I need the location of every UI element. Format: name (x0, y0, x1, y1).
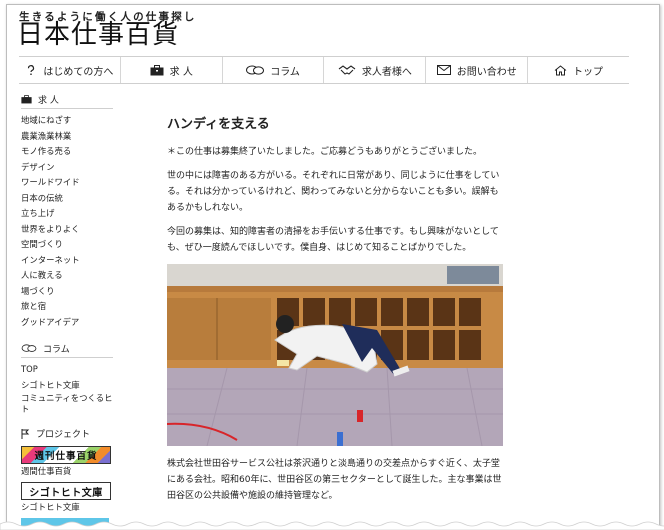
sidebar-item-startup[interactable]: 立ち上げ (21, 206, 113, 222)
sidebar-item-shigotohito-bunko[interactable]: シゴトヒト文庫 (21, 378, 113, 394)
nav-recruiters-label: 求人者様へ (361, 66, 412, 78)
torn-edge (0, 521, 664, 530)
sidebar-item-space[interactable]: 空間づくり (21, 237, 113, 253)
article-photo (167, 264, 503, 446)
home-icon (554, 64, 567, 75)
sidebar-item-place[interactable]: 場づくり (21, 284, 113, 300)
sidebar-item-worldwide[interactable]: ワールドワイド (21, 175, 113, 191)
page: 生きるように働く人の仕事探し 日本仕事百貨 はじめての方へ 求 人 コラム 求人… (6, 4, 660, 528)
cleaning-scene-image (167, 264, 503, 446)
sidebar-projects: プロジェクト 週刊仕事百貨 週間仕事百貨 シゴトヒト文庫 シゴトヒト文庫 (21, 427, 113, 527)
global-nav: はじめての方へ 求 人 コラム 求人者様へ お問い合わせ トップ (19, 56, 629, 84)
sidebar-columns: コラム TOP シゴトヒト文庫 コミュニティをつくるヒト (21, 342, 113, 415)
article: ハンディを支える ＊この仕事は募集終了いたしました。ご応募どうもありがとうござい… (167, 113, 507, 512)
sidebar-item-good-idea[interactable]: グッドアイデア (21, 315, 113, 331)
sidebar-columns-heading: コラム (21, 342, 113, 358)
briefcase-icon (21, 95, 32, 104)
nav-beginners-label: はじめての方へ (43, 66, 114, 78)
speech-bubble-icon (21, 344, 37, 352)
article-paragraph: 株式会社世田谷サービス公社は茶沢通りと淡島通りの交差点からすぐ近く、太子堂にある… (167, 459, 502, 501)
sidebar-jobs: 求 人 地域にねざす 農業漁業林業 モノ作る売る デザイン ワールドワイド 日本… (21, 93, 113, 330)
sidebar-item-internet[interactable]: インターネット (21, 253, 113, 269)
shigotohito-bunko-banner[interactable]: シゴトヒト文庫 (21, 482, 111, 500)
sidebar-jobs-heading: 求 人 (21, 93, 113, 109)
sidebar-item-column-top[interactable]: TOP (21, 362, 113, 378)
sidebar-item-teaching[interactable]: 人に教える (21, 268, 113, 284)
nav-top[interactable]: トップ (528, 57, 629, 83)
nav-jobs[interactable]: 求 人 (121, 57, 223, 83)
question-icon (28, 65, 35, 75)
weekly-shigoto-banner[interactable]: 週刊仕事百貨 (21, 446, 111, 464)
sidebar-item-make-sell[interactable]: モノ作る売る (21, 144, 113, 160)
article-paragraph: 世の中には障害のある方がいる。それぞれに日常があり、同じように仕事をしている。そ… (167, 171, 500, 213)
envelope-icon (436, 65, 451, 75)
speech-bubble-icon (246, 65, 265, 75)
sidebar-item-local[interactable]: 地域にねざす (21, 113, 113, 129)
nav-jobs-label: 求 人 (169, 66, 193, 78)
handshake-icon (338, 64, 356, 75)
flag-icon (21, 428, 30, 439)
article-title: ハンディを支える (167, 117, 270, 132)
site-logo[interactable]: 日本仕事百貨 (17, 20, 179, 50)
nav-recruiters[interactable]: 求人者様へ (324, 57, 427, 83)
nav-column-label: コラム (270, 66, 300, 78)
shigotohito-bunko-caption[interactable]: シゴトヒト文庫 (21, 500, 113, 514)
sidebar-item-agriculture[interactable]: 農業漁業林業 (21, 129, 113, 145)
sidebar-projects-heading: プロジェクト (21, 427, 113, 442)
weekly-shigoto-caption[interactable]: 週間仕事百貨 (21, 464, 113, 478)
nav-beginners[interactable]: はじめての方へ (19, 57, 121, 83)
nav-contact-label: お問い合わせ (456, 66, 517, 78)
nav-top-label: トップ (573, 66, 604, 78)
nav-contact[interactable]: お問い合わせ (426, 57, 529, 83)
article-paragraph: 今回の募集は、知的障害者の清掃をお手伝いする仕事です。もし興味がないとしても、ぜ… (167, 227, 499, 253)
sidebar-item-community[interactable]: コミュニティをつくるヒト (21, 393, 113, 415)
briefcase-icon (150, 64, 164, 75)
sidebar-item-design[interactable]: デザイン (21, 160, 113, 176)
nav-column[interactable]: コラム (223, 57, 325, 83)
sidebar-item-tradition[interactable]: 日本の伝統 (21, 191, 113, 207)
article-notice: ＊この仕事は募集終了いたしました。ご応募どうもありがとうございました。 (167, 147, 483, 157)
sidebar-item-better-world[interactable]: 世界をよりよく (21, 222, 113, 238)
sidebar-item-travel[interactable]: 旅と宿 (21, 299, 113, 315)
sidebar: 求 人 地域にねざす 農業漁業林業 モノ作る売る デザイン ワールドワイド 日本… (21, 93, 113, 527)
